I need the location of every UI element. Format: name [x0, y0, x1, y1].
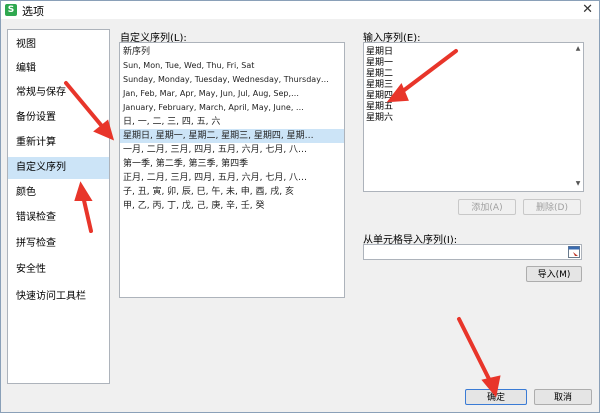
arrow-head [481, 375, 501, 398]
arrow-to-sidebar [81, 194, 93, 233]
annotation-arrows [64, 49, 501, 398]
arrow-head [74, 181, 93, 201]
arrow-head [386, 83, 409, 103]
arrow-to-sequence [397, 49, 458, 96]
arrow-to-ok [457, 317, 493, 385]
arrow-to-custom-lists [64, 81, 108, 133]
options-dialog: S 选项 ✕ 视图 编辑 常规与保存 备份设置 重新计算 自定义序列 颜色 错误… [0, 0, 600, 413]
